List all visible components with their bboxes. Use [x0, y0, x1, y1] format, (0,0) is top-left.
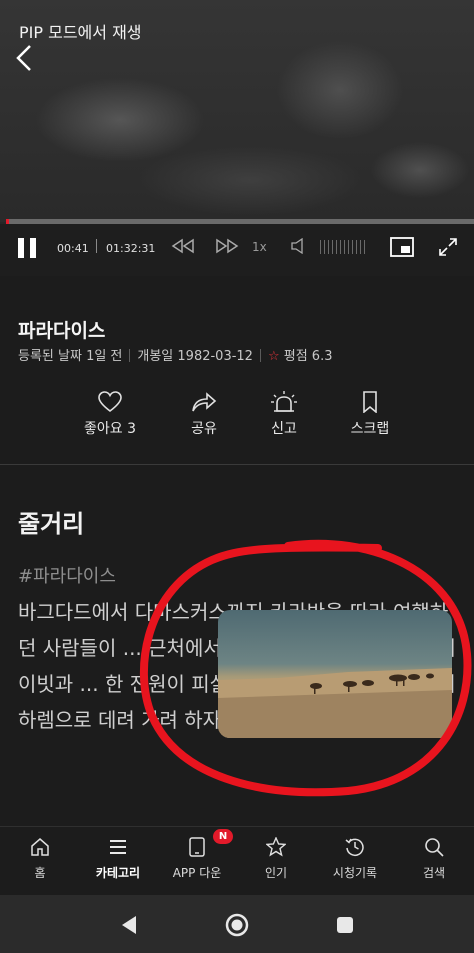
back-button[interactable]: [10, 42, 40, 74]
movie-title: 파라다이스: [18, 320, 106, 342]
new-badge: N: [213, 829, 233, 844]
registered-date: 등록된 날짜 1일 전: [18, 349, 123, 364]
share-label: 공유: [191, 421, 217, 437]
heart-icon: [98, 391, 122, 413]
nav-back-icon[interactable]: [120, 915, 138, 935]
volume-slider[interactable]: [320, 240, 368, 254]
home-icon: [31, 838, 49, 856]
total-time: 01:32:31: [106, 242, 156, 255]
synopsis-heading: 줄거리: [18, 510, 85, 538]
annotation-circle: [139, 539, 472, 797]
time-divider: [96, 239, 97, 253]
pip-icon: [390, 237, 414, 257]
star-icon: [265, 836, 287, 857]
history-icon: [345, 838, 364, 857]
menu-icon: [110, 840, 126, 854]
tab-app-download-label: APP 다운: [172, 866, 222, 880]
report-button[interactable]: 신고: [244, 391, 324, 438]
rewind-button[interactable]: [170, 238, 196, 258]
scrap-label: 스크랩: [350, 421, 390, 437]
tab-home-label: 홈: [34, 866, 46, 880]
siren-icon: [271, 391, 297, 412]
tablet-icon: [189, 837, 205, 857]
back-arrow-icon: [16, 45, 31, 71]
action-bar: 좋아요 3 공유 신고 스크랩: [0, 391, 474, 451]
fullscreen-button[interactable]: [438, 237, 458, 261]
rewind-icon: [171, 238, 194, 254]
tab-search-label: 검색: [422, 866, 446, 880]
nav-recents-icon[interactable]: [336, 916, 354, 934]
section-divider: [0, 464, 474, 465]
meta-divider: [259, 349, 261, 362]
current-time: 00:41: [57, 242, 89, 255]
speaker-icon: [291, 237, 303, 255]
fast-forward-button[interactable]: [214, 238, 240, 258]
hashtag-link[interactable]: #파라다이스: [18, 562, 116, 588]
video-player[interactable]: PIP 모드에서 재생 00:41 01:32:31 1x: [0, 0, 474, 276]
pip-button[interactable]: [390, 237, 414, 261]
movie-meta: 등록된 날짜 1일 전 개봉일 1982-03-12 ☆ 평점 6.3: [18, 345, 332, 364]
fast-forward-icon: [216, 238, 239, 254]
pause-button[interactable]: [16, 237, 38, 259]
meta-divider: [129, 349, 131, 362]
volume-button[interactable]: [290, 237, 306, 258]
tab-history[interactable]: 시청기록: [315, 837, 395, 881]
tab-history-label: 시청기록: [332, 866, 378, 880]
tab-category-label: 카테고리: [95, 866, 141, 880]
tab-popular-label: 인기: [264, 866, 288, 880]
pause-icon: [18, 238, 36, 258]
tab-home[interactable]: 홈: [0, 837, 80, 881]
expand-icon: [439, 238, 457, 256]
system-nav-bar: [0, 895, 474, 953]
share-button[interactable]: 공유: [164, 391, 244, 438]
report-label: 신고: [271, 421, 297, 437]
share-icon: [192, 392, 217, 412]
bottom-tab-bar: 홈 카테고리 APP 다운 인기 시청기록 검색: [0, 826, 474, 895]
bookmark-icon: [363, 391, 377, 413]
nav-home-icon[interactable]: [225, 913, 249, 937]
rating: 평점 6.3: [283, 349, 333, 364]
tab-popular[interactable]: 인기: [236, 836, 316, 881]
search-icon: [425, 838, 444, 857]
playback-rate-button[interactable]: 1x: [252, 240, 267, 254]
scrap-button[interactable]: 스크랩: [330, 391, 410, 438]
tab-category[interactable]: 카테고리: [78, 837, 158, 881]
player-controls: 00:41 01:32:31 1x: [0, 224, 474, 276]
release-date: 개봉일 1982-03-12: [137, 349, 253, 364]
rating-star-icon: ☆: [267, 349, 280, 364]
tab-search[interactable]: 검색: [394, 837, 474, 881]
like-label: 좋아요 3: [84, 421, 136, 437]
like-button[interactable]: 좋아요 3: [70, 391, 150, 438]
pip-mode-label: PIP 모드에서 재생: [19, 23, 142, 42]
